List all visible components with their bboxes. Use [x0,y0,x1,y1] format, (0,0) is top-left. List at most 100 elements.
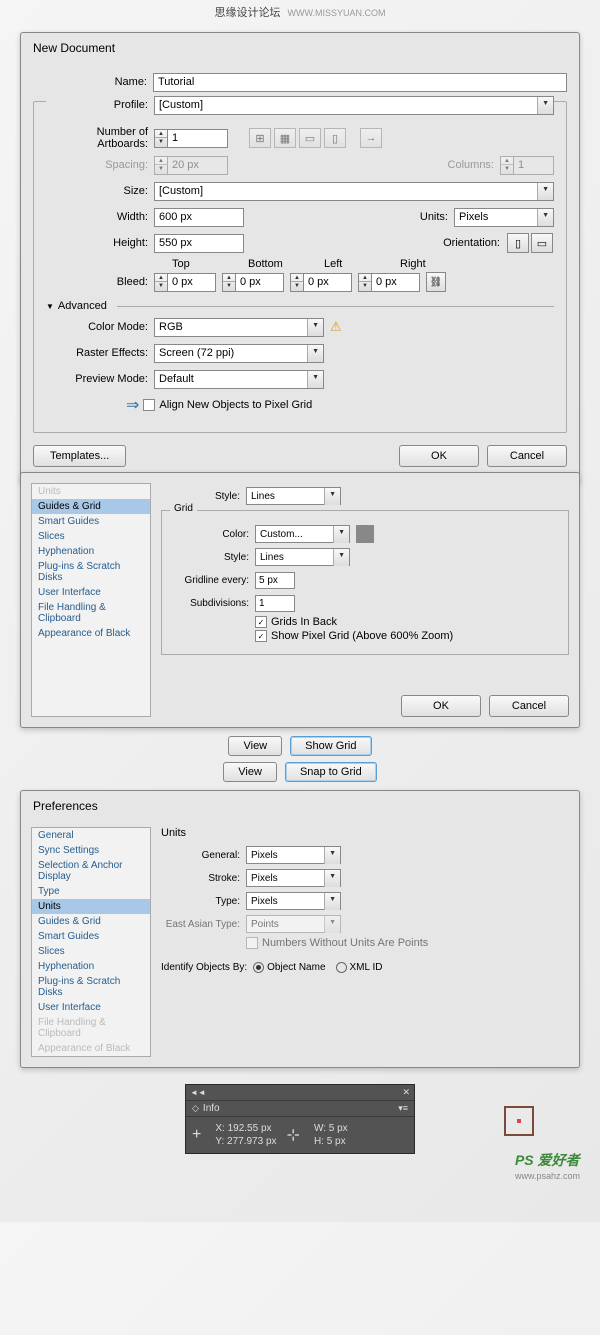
width-label: Width: [46,211,154,223]
snap-grid-button[interactable]: Snap to Grid [285,762,377,782]
units-dropdown[interactable]: Pixels [454,208,554,227]
grids-back-checkbox[interactable]: ✓ [255,616,267,628]
raster-label: Raster Effects: [46,347,154,359]
spacing-stepper: ▲▼ [154,156,228,175]
width-input[interactable] [154,208,244,227]
align-checkbox[interactable] [143,399,155,411]
prefs2-item-sync[interactable]: Sync Settings [32,843,150,858]
prefs-item-plugins[interactable]: Plug-ins & Scratch Disks [32,559,150,585]
prefs2-item-smart[interactable]: Smart Guides [32,929,150,944]
prefs2-category-list[interactable]: General Sync Settings Selection & Anchor… [31,827,151,1057]
height-input[interactable] [154,234,244,253]
prefs2-item-plugins[interactable]: Plug-ins & Scratch Disks [32,974,150,1000]
prefs2-item-appearance[interactable]: Appearance of Black [32,1041,150,1056]
size-dropdown[interactable]: [Custom] [154,182,554,201]
menu-show-grid: View Show Grid [0,736,600,756]
prefs-item-hyphenation[interactable]: Hyphenation [32,544,150,559]
bleed-top-stepper[interactable]: ▲▼ [154,273,216,292]
grid-color-dropdown[interactable]: Custom... [255,525,350,543]
bleed-right-label: Right [400,258,468,270]
prefs2-item-file[interactable]: File Handling & Clipboard [32,1015,150,1041]
dialog-title: New Document [21,33,579,59]
watermark-url: WWW.MISSYUAN.COM [288,8,386,18]
profile-dropdown[interactable]: [Custom] [154,96,554,115]
grids-back-label: Grids In Back [271,616,337,628]
prefs2-item-units[interactable]: Units [32,899,150,914]
bleed-left-stepper[interactable]: ▲▼ [290,273,352,292]
preview-dropdown[interactable]: Default [154,370,324,389]
prefs-ok-button[interactable]: OK [401,695,481,717]
new-document-dialog: New Document Name: Profile: [Custom] Num… [20,32,580,484]
general-units-dropdown[interactable]: Pixels [246,846,341,864]
show-grid-button[interactable]: Show Grid [290,736,371,756]
prefs2-item-slices[interactable]: Slices [32,944,150,959]
panel-collapse-icon[interactable]: ◇ [192,1103,199,1114]
view-menu-button-2[interactable]: View [223,762,277,782]
info-panel: ◄◄ ✕ ◇ Info ▾≡ + X: 192.55 px Y: 277.973… [185,1084,415,1154]
prefs2-item-type[interactable]: Type [32,884,150,899]
show-pixel-grid-checkbox[interactable]: ✓ [255,630,267,642]
orientation-portrait-icon[interactable]: ▯ [507,233,529,253]
prefs-item-slices[interactable]: Slices [32,529,150,544]
prefs-item-smart-guides[interactable]: Smart Guides [32,514,150,529]
prefs-item-ui[interactable]: User Interface [32,585,150,600]
menu-snap-grid: View Snap to Grid [0,762,600,782]
arrange-row-icon: ▭ [299,128,321,148]
disclosure-icon[interactable]: ▼ [46,302,54,311]
prefs2-item-hyph[interactable]: Hyphenation [32,959,150,974]
grid-style-dropdown[interactable]: Lines [255,548,350,566]
name-input[interactable] [153,73,567,92]
panel-close-icon[interactable]: ✕ [402,1087,410,1098]
object-name-label: Object Name [267,962,325,973]
prefs-item-appearance[interactable]: Appearance of Black [32,626,150,641]
xml-id-radio[interactable] [336,962,347,973]
hint-arrow-icon: ⇒ [126,395,139,415]
color-swatch[interactable] [356,525,374,543]
templates-button[interactable]: Templates... [33,445,126,467]
link-bleed-icon[interactable]: ⛓ [426,272,446,292]
panel-arrows-icon[interactable]: ◄◄ [190,1088,206,1097]
prefs-cancel-button[interactable]: Cancel [489,695,569,717]
raster-dropdown[interactable]: Screen (72 ppi) [154,344,324,363]
stroke-units-dropdown[interactable]: Pixels [246,869,341,887]
arrange-col-icon: ▯ [324,128,346,148]
stroke-units-label: Stroke: [161,873,246,884]
prefs2-item-guides[interactable]: Guides & Grid [32,914,150,929]
prefs-item-guides-grid[interactable]: Guides & Grid [32,499,150,514]
bleed-right-stepper[interactable]: ▲▼ [358,273,420,292]
cancel-button[interactable]: Cancel [487,445,567,467]
colormode-dropdown[interactable]: RGB [154,318,324,337]
subdivisions-label: Subdivisions: [170,598,255,609]
view-menu-button[interactable]: View [228,736,282,756]
type-units-label: Type: [161,896,246,907]
prefs-item-units[interactable]: Units [32,484,150,499]
prefs-title: Preferences [21,791,579,817]
artboards-label: Number of Artboards: [46,126,154,150]
bleed-label: Bleed: [46,276,154,288]
height-label: Height: [46,237,154,249]
orientation-landscape-icon[interactable]: ▭ [531,233,553,253]
panel-menu-icon[interactable]: ▾≡ [398,1103,408,1114]
xml-id-label: XML ID [350,962,383,973]
subdivisions-input[interactable] [255,595,295,612]
prefs-item-file-handling[interactable]: File Handling & Clipboard [32,600,150,626]
preview-label: Preview Mode: [46,373,154,385]
arrange-grid-col-icon: ▦ [274,128,296,148]
guides-style-dropdown[interactable]: Lines [246,487,341,505]
profile-label: Profile: [46,99,154,111]
dimensions-icon: ⊹ [287,1125,300,1145]
prefs2-item-ui[interactable]: User Interface [32,1000,150,1015]
bleed-bottom-stepper[interactable]: ▲▼ [222,273,284,292]
object-name-radio[interactable] [253,962,264,973]
ok-button[interactable]: OK [399,445,479,467]
type-units-dropdown[interactable]: Pixels [246,892,341,910]
colormode-label: Color Mode: [46,321,154,333]
gridline-every-input[interactable] [255,572,295,589]
watermark-top: 思缘设计论坛 WWW.MISSYUAN.COM [0,0,600,24]
crosshair-icon: + [192,1126,201,1144]
prefs-category-list[interactable]: Units Guides & Grid Smart Guides Slices … [31,483,151,717]
identify-label: Identify Objects By: [161,962,247,973]
prefs2-item-general[interactable]: General [32,828,150,843]
artboards-stepper[interactable]: ▲▼ [154,129,228,148]
prefs2-item-selection[interactable]: Selection & Anchor Display [32,858,150,884]
